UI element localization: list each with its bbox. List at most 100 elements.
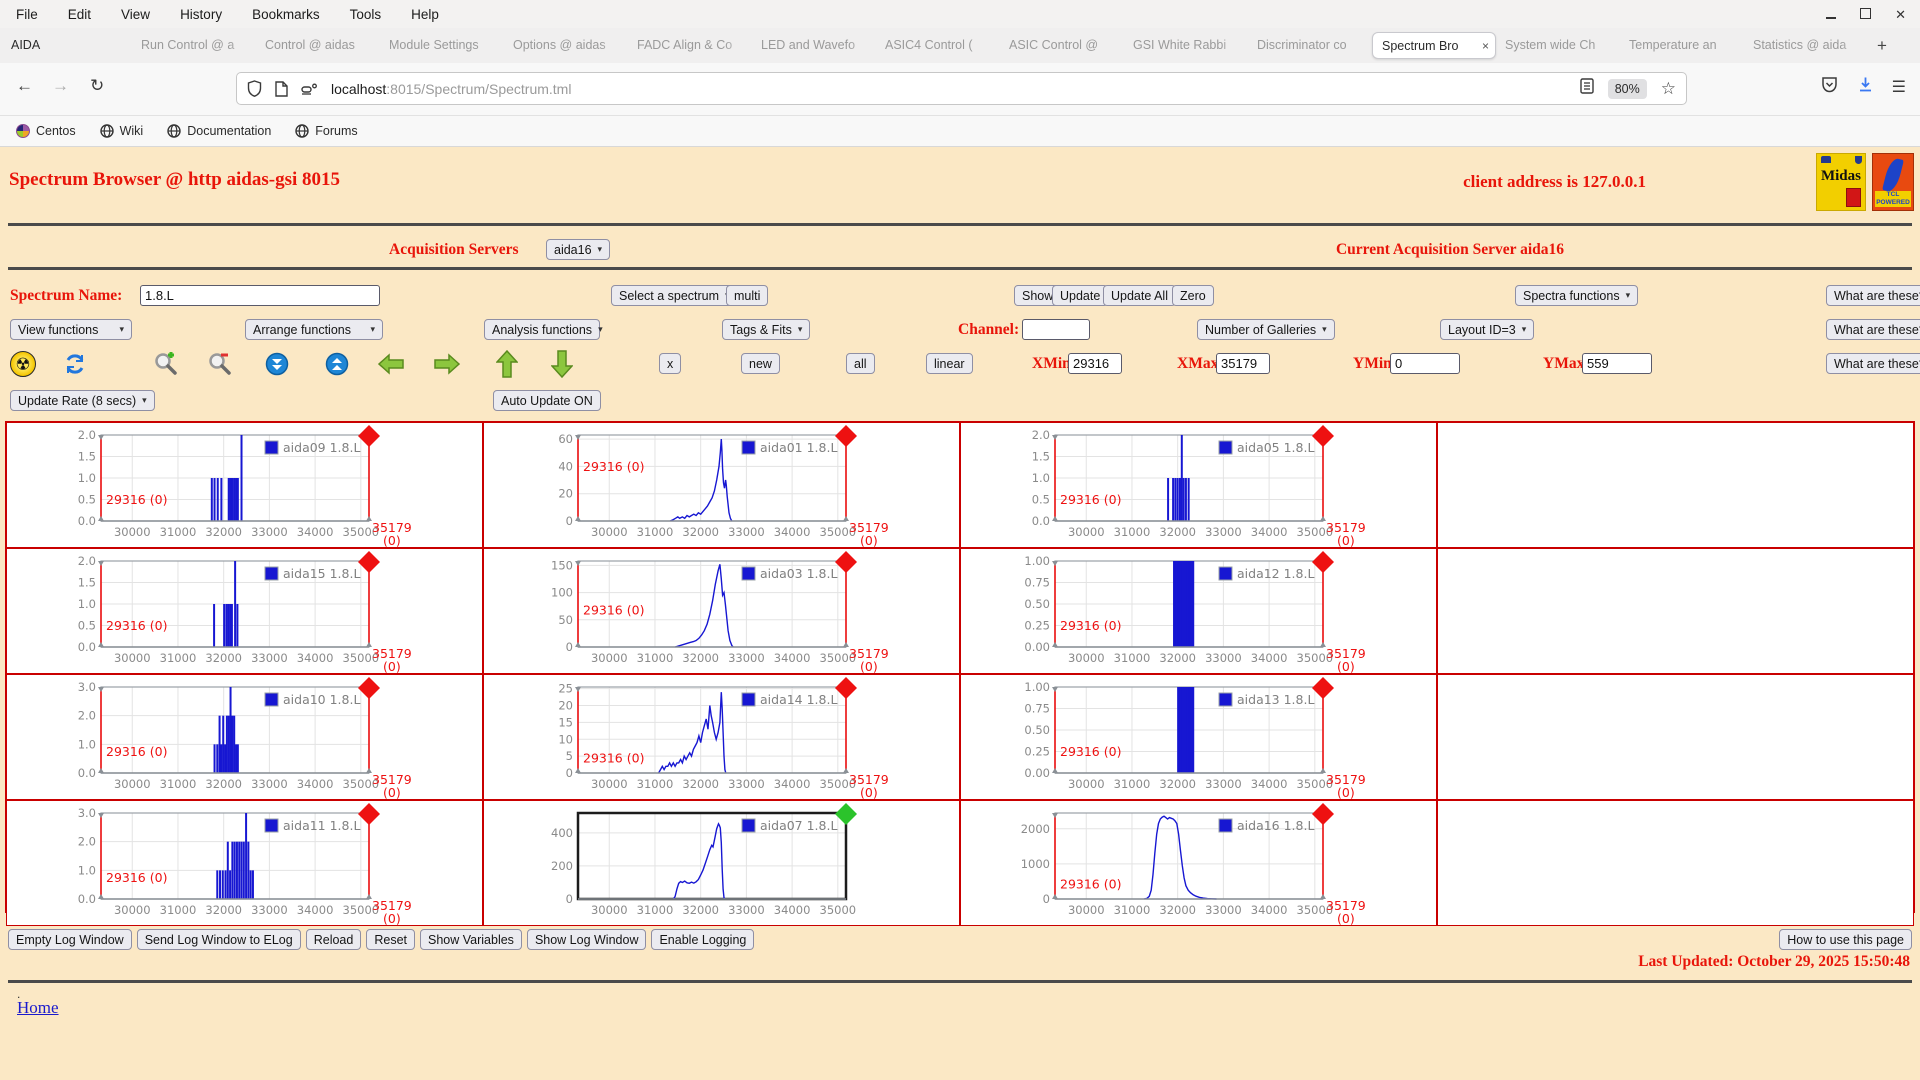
reload-button[interactable]: Reload xyxy=(306,929,362,950)
spectrum-chart-aida01[interactable]: 3000031000320003300034000350000204060aid… xyxy=(538,423,886,547)
menu-edit[interactable]: Edit xyxy=(68,7,91,22)
forward-icon[interactable]: → xyxy=(52,76,69,96)
tab-asic-control[interactable]: ASIC Control @ xyxy=(1000,32,1124,59)
grid-cell-aida14[interactable]: 3000031000320003300034000350000510152025… xyxy=(483,674,960,800)
refresh-icon[interactable] xyxy=(62,351,88,377)
menu-view[interactable]: View xyxy=(121,7,150,22)
tab-system-wide-ch[interactable]: System wide Ch xyxy=(1496,32,1620,59)
pocket-icon[interactable] xyxy=(1821,76,1838,98)
select-spectrum-dropdown[interactable]: Select a spectrum▾ xyxy=(611,285,738,306)
grid-cell-aida13[interactable]: 3000031000320003300034000350000.000.250.… xyxy=(960,674,1437,800)
enable-logging-button[interactable]: Enable Logging xyxy=(651,929,754,950)
arrow-left-icon[interactable] xyxy=(378,351,404,377)
menu-tools[interactable]: Tools xyxy=(350,7,382,22)
spectrum-chart-aida15[interactable]: 3000031000320003300034000350000.00.51.01… xyxy=(61,549,409,673)
grid-cell-aida10[interactable]: 3000031000320003300034000350000.01.02.03… xyxy=(6,674,483,800)
spectrum-chart-aida11[interactable]: 3000031000320003300034000350000.01.02.03… xyxy=(61,801,409,925)
collapse-sphere-icon[interactable] xyxy=(264,351,290,377)
bookmark-documentation[interactable]: Documentation xyxy=(167,124,271,138)
arrow-up-icon[interactable] xyxy=(494,351,520,377)
grid-cell-aida03[interactable]: 300003100032000330003400035000050100150a… xyxy=(483,548,960,674)
channel-input[interactable] xyxy=(1022,319,1090,340)
spectrum-chart-aida12[interactable]: 3000031000320003300034000350000.000.250.… xyxy=(1015,549,1363,673)
menu-file[interactable]: File xyxy=(16,7,38,22)
galleries-dropdown[interactable]: Number of Galleries▾ xyxy=(1197,319,1335,340)
multi-button[interactable]: multi xyxy=(726,285,768,306)
what-are-these-button[interactable]: What are these? xyxy=(1826,353,1920,374)
zero-button[interactable]: Zero xyxy=(1172,285,1214,306)
ymax-input[interactable] xyxy=(1582,353,1652,374)
menu-history[interactable]: History xyxy=(180,7,222,22)
spectrum-chart-aida13[interactable]: 3000031000320003300034000350000.000.250.… xyxy=(1015,675,1363,799)
tab-asic4-control[interactable]: ASIC4 Control ( xyxy=(876,32,1000,59)
tab-discriminator-co[interactable]: Discriminator co xyxy=(1248,32,1372,59)
grid-cell-aida05[interactable]: 3000031000320003300034000350000.00.51.01… xyxy=(960,422,1437,548)
grid-cell-aida09[interactable]: 3000031000320003300034000350000.00.51.01… xyxy=(6,422,483,548)
update-all-button[interactable]: Update All xyxy=(1103,285,1176,306)
zoom-out-icon[interactable] xyxy=(207,351,233,377)
show-variables-button[interactable]: Show Variables xyxy=(420,929,522,950)
zoom-in-icon[interactable] xyxy=(153,351,179,377)
new-tab-button[interactable]: + xyxy=(1868,36,1896,56)
tab-fadc-align-co[interactable]: FADC Align & Co xyxy=(628,32,752,59)
minimize-icon[interactable] xyxy=(1826,8,1836,21)
permissions-icon[interactable] xyxy=(301,83,318,95)
arrow-down-icon[interactable] xyxy=(549,351,575,377)
tab-spectrum-bro[interactable]: Spectrum Bro× xyxy=(1372,32,1496,59)
bookmark-wiki[interactable]: Wiki xyxy=(100,124,144,138)
tab-aida[interactable]: AIDA xyxy=(2,32,132,59)
spectrum-chart-aida07[interactable]: 3000031000320003300034000350000200400aid… xyxy=(538,801,886,925)
home-link[interactable]: Home xyxy=(17,998,59,1018)
spectrum-chart-aida05[interactable]: 3000031000320003300034000350000.00.51.01… xyxy=(1015,423,1363,547)
grid-cell-aida11[interactable]: 3000031000320003300034000350000.01.02.03… xyxy=(6,800,483,926)
reload-icon[interactable]: ↻ xyxy=(90,76,104,96)
tab-close-icon[interactable]: × xyxy=(1482,33,1489,59)
linear-button[interactable]: linear xyxy=(926,353,973,374)
menu-icon[interactable]: ☰ xyxy=(1892,77,1906,97)
what-are-these-button[interactable]: What are these? xyxy=(1826,285,1920,306)
xmin-input[interactable] xyxy=(1068,353,1122,374)
analysis-functions-dropdown[interactable]: Analysis functions▾ xyxy=(484,319,600,340)
menu-help[interactable]: Help xyxy=(411,7,439,22)
bookmark-star-icon[interactable]: ☆ xyxy=(1661,79,1676,99)
update-button[interactable]: Update xyxy=(1052,285,1108,306)
tab-led-and-wavefo[interactable]: LED and Wavefo xyxy=(752,32,876,59)
reader-mode-icon[interactable] xyxy=(1580,78,1594,99)
ymin-input[interactable] xyxy=(1390,353,1460,374)
auto-update-button[interactable]: Auto Update ON xyxy=(493,390,601,411)
radiation-icon[interactable]: ☢ xyxy=(10,351,36,377)
grid-cell-aida15[interactable]: 3000031000320003300034000350000.00.51.01… xyxy=(6,548,483,674)
grid-cell-aida16[interactable]: 300003100032000330003400035000010002000a… xyxy=(960,800,1437,926)
tab-module-settings[interactable]: Module Settings xyxy=(380,32,504,59)
tab-control-aidas[interactable]: Control @ aidas xyxy=(256,32,380,59)
empty-log-window-button[interactable]: Empty Log Window xyxy=(8,929,132,950)
tab-gsi-white-rabbi[interactable]: GSI White Rabbi xyxy=(1124,32,1248,59)
xmax-input[interactable] xyxy=(1216,353,1270,374)
spectrum-chart-aida09[interactable]: 3000031000320003300034000350000.00.51.01… xyxy=(61,423,409,547)
spectrum-name-input[interactable] xyxy=(140,285,380,306)
url-text[interactable]: localhost:8015/Spectrum/Spectrum.tml xyxy=(331,81,571,97)
spectrum-chart-aida03[interactable]: 300003100032000330003400035000050100150a… xyxy=(538,549,886,673)
update-rate-dropdown[interactable]: Update Rate (8 secs)▾ xyxy=(10,390,155,411)
view-functions-dropdown[interactable]: View functions▾ xyxy=(10,319,132,340)
send-log-window-to-elog-button[interactable]: Send Log Window to ELog xyxy=(137,929,301,950)
new-button[interactable]: new xyxy=(741,353,780,374)
all-button[interactable]: all xyxy=(846,353,875,374)
tab-run-control-a[interactable]: Run Control @ a xyxy=(132,32,256,59)
maximize-icon[interactable] xyxy=(1860,8,1871,21)
acquisition-server-select[interactable]: aida16▾ xyxy=(546,239,610,260)
show-log-window-button[interactable]: Show Log Window xyxy=(527,929,647,950)
grid-cell-aida12[interactable]: 3000031000320003300034000350000.000.250.… xyxy=(960,548,1437,674)
arrange-functions-dropdown[interactable]: Arrange functions▾ xyxy=(245,319,383,340)
download-icon[interactable] xyxy=(1857,76,1874,98)
zoom-level-badge[interactable]: 80% xyxy=(1608,79,1647,99)
grid-cell-aida07[interactable]: 3000031000320003300034000350000200400aid… xyxy=(483,800,960,926)
layout-id-dropdown[interactable]: Layout ID=3▾ xyxy=(1440,319,1534,340)
page-info-icon[interactable] xyxy=(275,81,288,97)
spectrum-chart-aida14[interactable]: 3000031000320003300034000350000510152025… xyxy=(538,675,886,799)
arrow-right-icon[interactable] xyxy=(434,351,460,377)
close-icon[interactable]: ✕ xyxy=(1895,8,1906,21)
x-button[interactable]: x xyxy=(659,353,681,374)
menu-bookmarks[interactable]: Bookmarks xyxy=(252,7,320,22)
spectrum-chart-aida16[interactable]: 300003100032000330003400035000010002000a… xyxy=(1015,801,1363,925)
